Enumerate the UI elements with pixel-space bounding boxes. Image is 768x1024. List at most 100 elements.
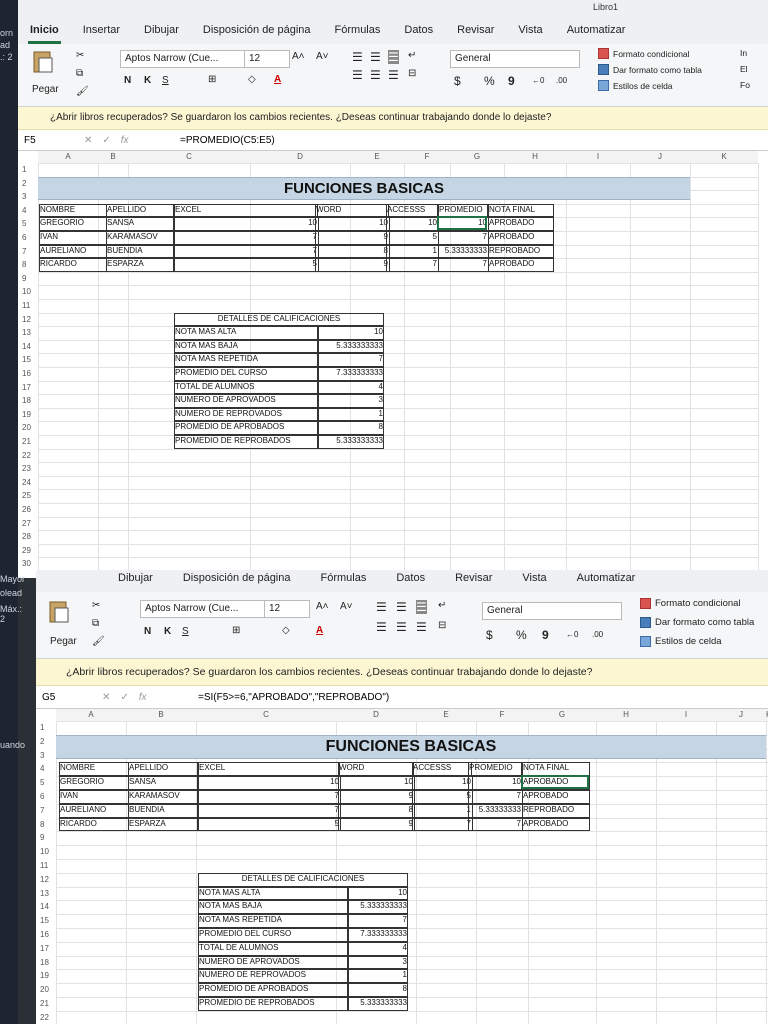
table-cell-access[interactable]: 10 xyxy=(386,217,439,231)
table-cell-nota[interactable]: APROBADO xyxy=(522,790,590,804)
row-header[interactable]: 29 xyxy=(18,544,42,558)
table-cell-word[interactable]: 8 xyxy=(315,244,390,259)
delete-cells-button[interactable]: El xyxy=(740,64,748,74)
table-cell-word[interactable]: 8 xyxy=(338,803,415,818)
row-header[interactable]: 17 xyxy=(36,942,60,956)
cancel-icon[interactable]: ✕ xyxy=(102,692,110,703)
tab-revisar-2[interactable]: Revisar xyxy=(453,572,494,592)
table-cell-excel[interactable]: 10 xyxy=(174,217,319,231)
percent-button-2[interactable]: % xyxy=(516,628,527,642)
table-cell-excel[interactable]: 5 xyxy=(174,258,319,272)
table-cell-apellido[interactable]: BUENDIA xyxy=(128,803,198,818)
cell-styles-button[interactable]: Estilos de celda xyxy=(598,80,673,91)
row-header[interactable]: 8 xyxy=(36,818,60,832)
row-header[interactable]: 18 xyxy=(36,956,60,970)
align-right-icon[interactable]: ☰ xyxy=(388,68,399,82)
details-value[interactable]: 1 xyxy=(348,969,408,984)
table-cell-word[interactable]: 10 xyxy=(315,217,390,231)
table-cell-access[interactable]: 5 xyxy=(412,790,473,804)
details-value[interactable]: 3 xyxy=(318,394,384,408)
underline-button-2[interactable]: S xyxy=(182,626,189,637)
decrease-font-icon[interactable]: A˅ xyxy=(340,601,353,612)
copy-icon[interactable]: ⧉ xyxy=(92,618,99,629)
table-header-cell[interactable]: PROMEDIO xyxy=(468,762,522,777)
table-header-cell[interactable]: APELLIDO xyxy=(106,203,174,218)
borders-icon[interactable]: ⊞ xyxy=(232,625,240,636)
align-top-icon[interactable]: ☰ xyxy=(376,600,387,614)
tab-dibujar-2[interactable]: Dibujar xyxy=(116,572,155,592)
table-cell-promedio[interactable]: 10 xyxy=(468,776,523,790)
row-header[interactable]: 14 xyxy=(36,900,60,914)
table-header-cell[interactable]: ACCESSS xyxy=(412,762,472,777)
decrease-font-icon[interactable]: A˅ xyxy=(316,51,329,62)
table-cell-apellido[interactable]: SANSA xyxy=(128,776,198,790)
table-cell-promedio[interactable]: 7 xyxy=(468,790,523,804)
increase-font-icon[interactable]: A˄ xyxy=(292,51,305,62)
details-value[interactable]: 8 xyxy=(318,421,384,435)
format-cells-button[interactable]: Fo xyxy=(740,80,750,90)
tab-inicio[interactable]: Inicio xyxy=(28,24,61,44)
table-header-cell[interactable]: PROMEDIO xyxy=(438,203,488,218)
row-header[interactable]: 1 xyxy=(18,163,42,177)
table-cell-word[interactable]: 9 xyxy=(315,258,390,272)
table-cell-nombre[interactable]: GREGORIO xyxy=(59,776,129,790)
row-header[interactable]: 13 xyxy=(36,887,60,901)
table-cell-nota[interactable]: REPROBADO xyxy=(522,803,590,818)
table-cell-nombre[interactable]: IVAN xyxy=(39,231,107,245)
row-header[interactable]: 12 xyxy=(18,313,42,327)
selected-cell[interactable] xyxy=(521,775,589,789)
formula-input-2[interactable]: =SI(F5>=6,"APROBADO","REPROBADO") xyxy=(192,692,768,703)
recovery-banner[interactable]: ¿Abrir libros recuperados? Se guardaron … xyxy=(18,107,768,130)
format-painter-icon[interactable]: 🖌 xyxy=(92,636,105,647)
row-header[interactable]: 15 xyxy=(18,353,42,367)
insert-cells-button[interactable]: In xyxy=(740,48,747,58)
table-cell-word[interactable]: 9 xyxy=(338,790,415,804)
row-header[interactable]: 12 xyxy=(36,873,60,887)
row-header[interactable]: 28 xyxy=(18,530,42,544)
table-cell-apellido[interactable]: BUENDIA xyxy=(106,244,174,259)
row-header[interactable]: 16 xyxy=(18,367,42,381)
format-as-table-button[interactable]: Dar formato como tabla xyxy=(598,64,702,75)
cell-styles-button-2[interactable]: Estilos de celda xyxy=(640,636,722,647)
table-cell-promedio[interactable]: 7 xyxy=(438,231,489,245)
table-cell-nombre[interactable]: AURELIANO xyxy=(39,244,107,259)
align-right-icon[interactable]: ☰ xyxy=(416,620,427,634)
fill-color-icon[interactable]: ◇ xyxy=(248,74,256,85)
table-cell-access[interactable]: 10 xyxy=(412,776,473,790)
tab-insertar[interactable]: Insertar xyxy=(81,24,122,44)
details-value[interactable]: 10 xyxy=(318,326,384,340)
row-header[interactable]: 15 xyxy=(36,914,60,928)
selected-cell[interactable] xyxy=(437,216,487,230)
table-header-cell[interactable]: ACCESSS xyxy=(386,203,438,218)
sheet-grid[interactable]: A B C D E F G H I J K 1 2 3 4 5 6 7 8 9 10 11 12 13 14 15 16 17 18 19… xyxy=(18,151,768,575)
align-center-icon[interactable]: ☰ xyxy=(396,620,407,634)
table-cell-access[interactable]: 1 xyxy=(386,244,439,259)
tab-revisar[interactable]: Revisar xyxy=(455,24,496,44)
details-value[interactable]: 5.333333333 xyxy=(318,435,384,449)
table-cell-promedio[interactable]: 7 xyxy=(438,258,489,272)
fx-icon[interactable]: fx xyxy=(121,135,129,146)
table-cell-access[interactable]: 1 xyxy=(412,803,473,818)
copy-icon[interactable]: ⧉ xyxy=(76,68,83,79)
thousands-button[interactable]: 9 xyxy=(508,74,515,88)
tab-formulas-2[interactable]: Fórmulas xyxy=(319,572,369,592)
table-cell-apellido[interactable]: KARAMASOV xyxy=(106,231,174,245)
align-bottom-icon[interactable]: ☰ xyxy=(416,600,427,614)
row-header[interactable]: 5 xyxy=(36,776,60,790)
table-header-cell[interactable]: NOTA FINAL xyxy=(488,203,554,218)
align-top-icon[interactable]: ☰ xyxy=(352,50,363,64)
enter-icon[interactable]: ✓ xyxy=(102,135,110,146)
table-cell-apellido[interactable]: ESPARZA xyxy=(106,258,174,272)
row-header[interactable]: 25 xyxy=(18,489,42,503)
increase-decimal-icon[interactable]: ←0 xyxy=(566,630,578,639)
wrap-text-icon[interactable]: ↵ xyxy=(408,50,416,61)
details-value[interactable]: 3 xyxy=(348,955,408,970)
details-value[interactable]: 7 xyxy=(348,914,408,928)
row-header[interactable]: 21 xyxy=(36,997,60,1011)
tab-datos-2[interactable]: Datos xyxy=(394,572,427,592)
row-header[interactable]: 16 xyxy=(36,928,60,942)
table-cell-promedio[interactable]: 5.33333333 xyxy=(468,803,523,818)
table-cell-nota[interactable]: APROBADO xyxy=(488,231,554,245)
details-value[interactable]: 10 xyxy=(348,886,408,901)
details-value[interactable]: 1 xyxy=(318,407,384,422)
